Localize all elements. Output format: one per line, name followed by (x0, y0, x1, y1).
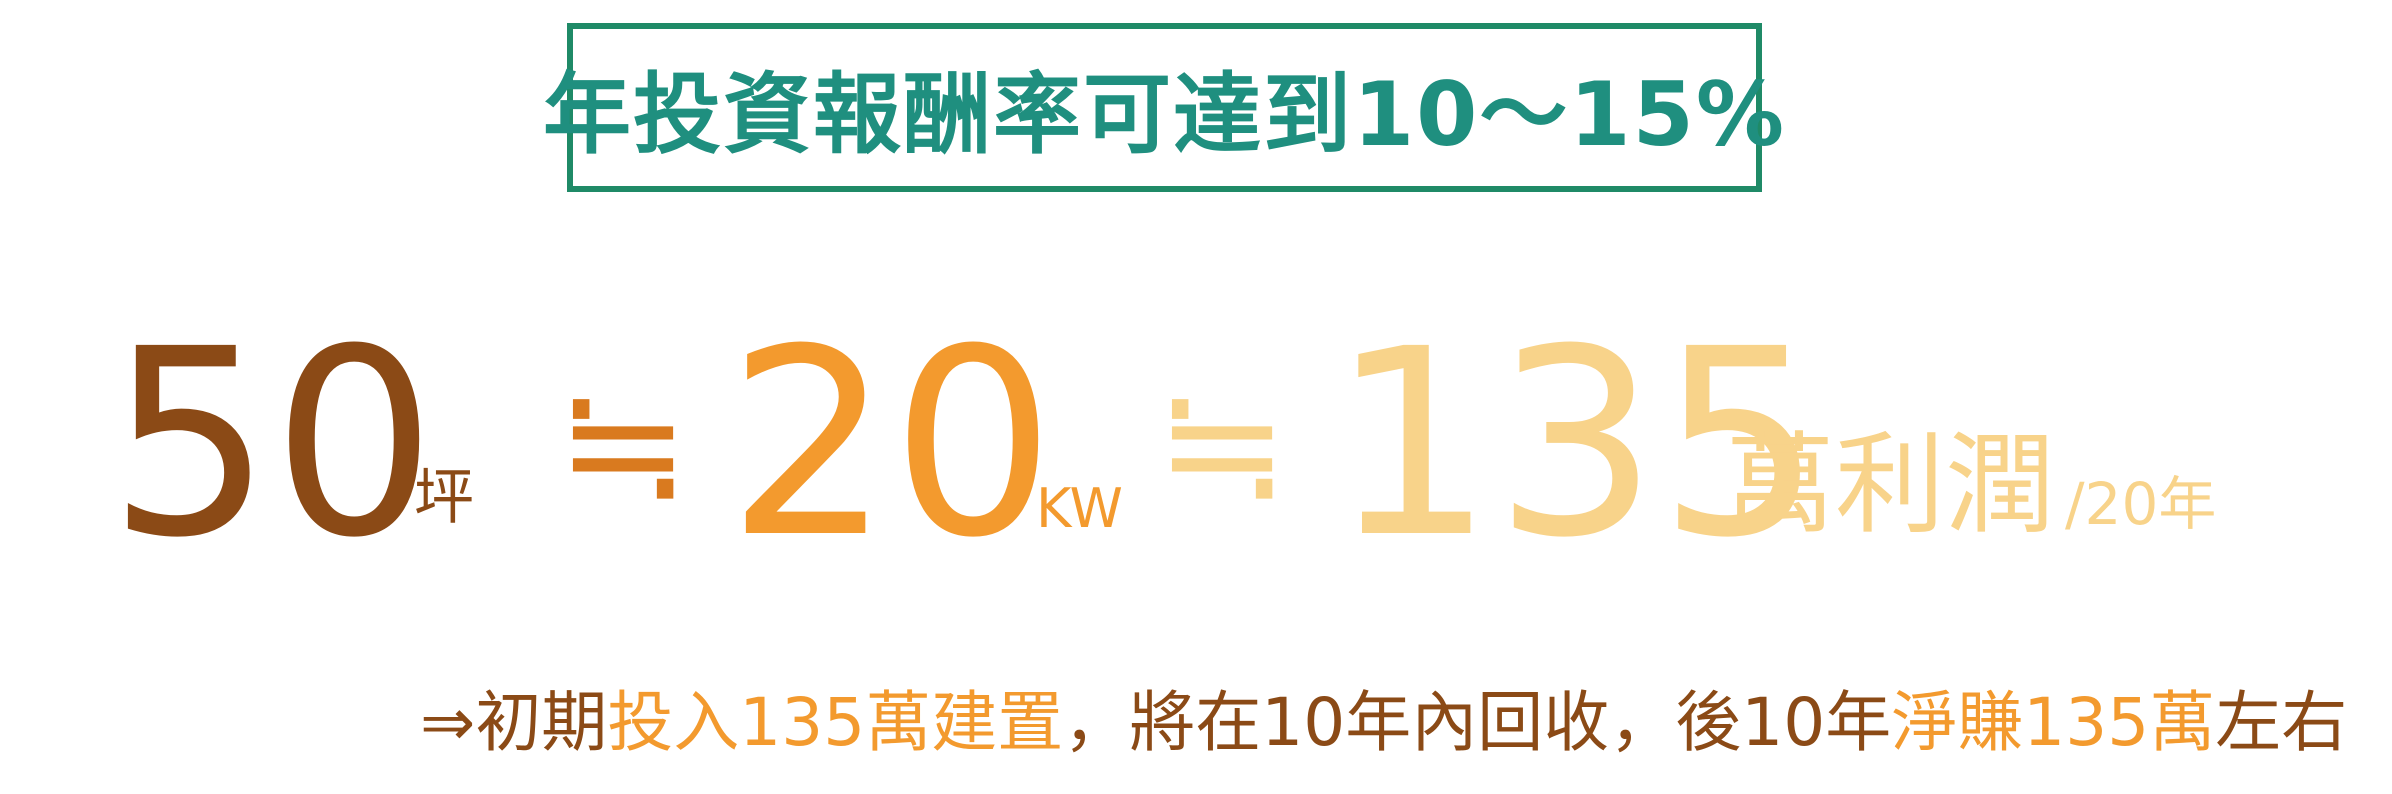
headline-box: 年投資報酬率可達到10～15% (543, 23, 1784, 192)
capacity-value: 20 (727, 294, 1056, 594)
summary-part-payback: ，將在10年內回收，後10年 (1063, 684, 1892, 761)
area-unit: 坪 (414, 463, 474, 533)
summary-part-approx: 左右 (2215, 684, 2348, 761)
profit-period: /20年 (2065, 470, 2217, 538)
summary-part-net-profit: 淨賺135萬 (1891, 684, 2216, 761)
summary-sentence: ⇒初期投入135萬建置，將在10年內回收，後10年淨賺135萬左右 (420, 690, 2347, 756)
area-value: 50 (108, 294, 437, 594)
capacity-unit: KW (1036, 477, 1123, 540)
summary-part-investment: 投入135萬建置 (607, 684, 1064, 761)
headline-text: 年投資報酬率可達到10～15% (542, 63, 1787, 166)
approx-symbol-2: ≒ (1155, 350, 1290, 537)
profit-label: 萬利潤 (1725, 421, 2055, 549)
arrow-icon: ⇒ (420, 684, 476, 761)
summary-part-initial: 初期 (475, 684, 608, 761)
approx-symbol-1: ≒ (556, 350, 691, 537)
